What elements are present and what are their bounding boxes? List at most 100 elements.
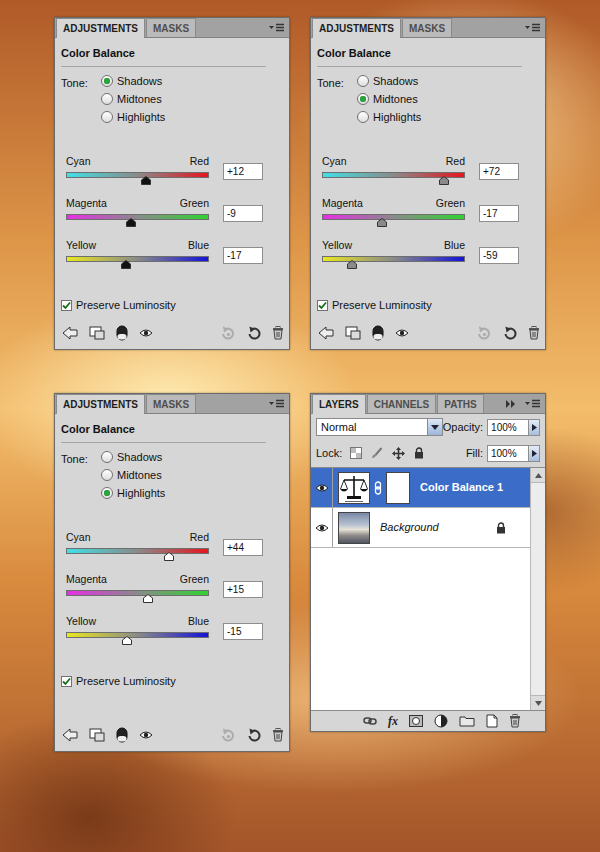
more-tabs-icon[interactable]: [505, 400, 517, 408]
slider-value-field[interactable]: [223, 205, 263, 222]
link-layers-icon[interactable]: [363, 716, 377, 726]
panel-menu-icon[interactable]: [269, 399, 285, 409]
reset-icon[interactable]: [247, 728, 261, 742]
link-icon[interactable]: [374, 481, 382, 495]
panel-tab[interactable]: ADJUSTMENTS: [56, 394, 145, 414]
slider-track[interactable]: [66, 214, 209, 220]
clip-mask-icon[interactable]: [116, 325, 128, 341]
slider-track[interactable]: [66, 256, 209, 262]
slider-track[interactable]: [66, 590, 209, 596]
slider-thumb[interactable]: [122, 636, 132, 645]
tone-option[interactable]: Shadows: [357, 72, 421, 90]
tone-radio[interactable]: [101, 75, 113, 87]
layer-row[interactable]: Color Balance 1: [311, 468, 530, 508]
lock-position-icon[interactable]: [392, 447, 405, 460]
panel-tab[interactable]: ADJUSTMENTS: [56, 18, 145, 38]
slider-track[interactable]: [66, 632, 209, 638]
scroll-down-icon[interactable]: [531, 695, 545, 710]
slider-thumb[interactable]: [377, 218, 387, 227]
opacity-arrow-icon[interactable]: [529, 419, 540, 436]
preserve-checkbox[interactable]: [317, 300, 328, 311]
eye-icon[interactable]: [139, 730, 153, 740]
eye-icon[interactable]: [139, 328, 153, 338]
adjustment-layer-icon[interactable]: [434, 714, 448, 728]
trash-icon[interactable]: [528, 326, 540, 340]
slider-value-field[interactable]: [479, 247, 519, 264]
tone-radio[interactable]: [101, 451, 113, 463]
panel-menu-icon[interactable]: [525, 399, 541, 409]
tone-option[interactable]: Midtones: [357, 90, 421, 108]
panel-tab[interactable]: ADJUSTMENTS: [312, 18, 401, 38]
tone-option[interactable]: Midtones: [101, 90, 165, 108]
tone-option[interactable]: Shadows: [101, 448, 165, 466]
tone-radio[interactable]: [357, 75, 369, 87]
panel-tab[interactable]: PATHS: [437, 394, 483, 413]
tone-option[interactable]: Highlights: [101, 484, 165, 502]
slider-value-field[interactable]: [223, 623, 263, 640]
tone-radio[interactable]: [357, 111, 369, 123]
preserve-checkbox[interactable]: [61, 300, 72, 311]
preserve-luminosity[interactable]: Preserve Luminosity: [61, 675, 283, 688]
lock-transparency-icon[interactable]: [350, 447, 362, 459]
eye-icon[interactable]: [315, 523, 329, 533]
tone-option[interactable]: Highlights: [357, 108, 421, 126]
back-arrow-icon[interactable]: [62, 728, 78, 742]
slider-thumb[interactable]: [347, 260, 357, 269]
fill-arrow-icon[interactable]: [529, 445, 540, 462]
trash-icon[interactable]: [272, 728, 284, 742]
slider-thumb[interactable]: [164, 552, 174, 561]
panel-menu-icon[interactable]: [525, 23, 541, 33]
clip-mask-icon[interactable]: [372, 325, 384, 341]
slider-value-field[interactable]: [223, 247, 263, 264]
folder-icon[interactable]: [459, 715, 475, 727]
slider-value-field[interactable]: [479, 163, 519, 180]
layer-row[interactable]: Background: [311, 508, 530, 548]
clip-mask-icon[interactable]: [116, 727, 128, 743]
slider-track[interactable]: [66, 548, 209, 554]
slider-thumb[interactable]: [439, 176, 449, 185]
preserve-luminosity[interactable]: Preserve Luminosity: [61, 299, 283, 312]
tone-radio[interactable]: [101, 111, 113, 123]
slider-value-field[interactable]: [223, 539, 263, 556]
tone-option[interactable]: Midtones: [101, 466, 165, 484]
slider-value-field[interactable]: [223, 581, 263, 598]
reset-icon[interactable]: [503, 326, 517, 340]
slider-thumb[interactable]: [126, 218, 136, 227]
slider-thumb[interactable]: [141, 176, 151, 185]
trash-icon[interactable]: [272, 326, 284, 340]
lock-pixels-icon[interactable]: [371, 447, 383, 459]
slider-track[interactable]: [322, 214, 465, 220]
preserve-luminosity[interactable]: Preserve Luminosity: [317, 299, 539, 312]
panel-tab[interactable]: MASKS: [402, 18, 452, 37]
eye-icon[interactable]: [315, 483, 329, 493]
scroll-up-icon[interactable]: [531, 468, 545, 483]
panel-tab[interactable]: MASKS: [146, 18, 196, 37]
blend-mode-select[interactable]: Normal: [316, 418, 443, 436]
tone-option[interactable]: Highlights: [101, 108, 165, 126]
visibility-toggle[interactable]: [311, 468, 333, 507]
add-mask-icon[interactable]: [409, 715, 423, 727]
slider-thumb[interactable]: [121, 260, 131, 269]
slider-track[interactable]: [322, 172, 465, 178]
layer-style-button[interactable]: fx: [388, 714, 398, 728]
panel-tab[interactable]: LAYERS: [312, 394, 366, 414]
tone-radio[interactable]: [101, 469, 113, 481]
dropdown-arrow-icon[interactable]: [427, 419, 442, 435]
back-arrow-icon[interactable]: [62, 326, 78, 340]
preserve-checkbox[interactable]: [61, 676, 72, 687]
visibility-toggle[interactable]: [311, 508, 333, 547]
slider-track[interactable]: [322, 256, 465, 262]
slider-value-field[interactable]: [223, 163, 263, 180]
tone-radio[interactable]: [101, 93, 113, 105]
expand-view-icon[interactable]: [89, 326, 105, 340]
panel-tab[interactable]: CHANNELS: [367, 394, 437, 413]
panel-tab[interactable]: MASKS: [146, 394, 196, 413]
lock-all-icon[interactable]: [414, 447, 424, 459]
tone-radio[interactable]: [357, 93, 369, 105]
fill-field[interactable]: [487, 445, 529, 462]
slider-track[interactable]: [66, 172, 209, 178]
reset-icon[interactable]: [247, 326, 261, 340]
slider-thumb[interactable]: [143, 594, 153, 603]
expand-view-icon[interactable]: [345, 326, 361, 340]
new-layer-icon[interactable]: [486, 714, 498, 728]
